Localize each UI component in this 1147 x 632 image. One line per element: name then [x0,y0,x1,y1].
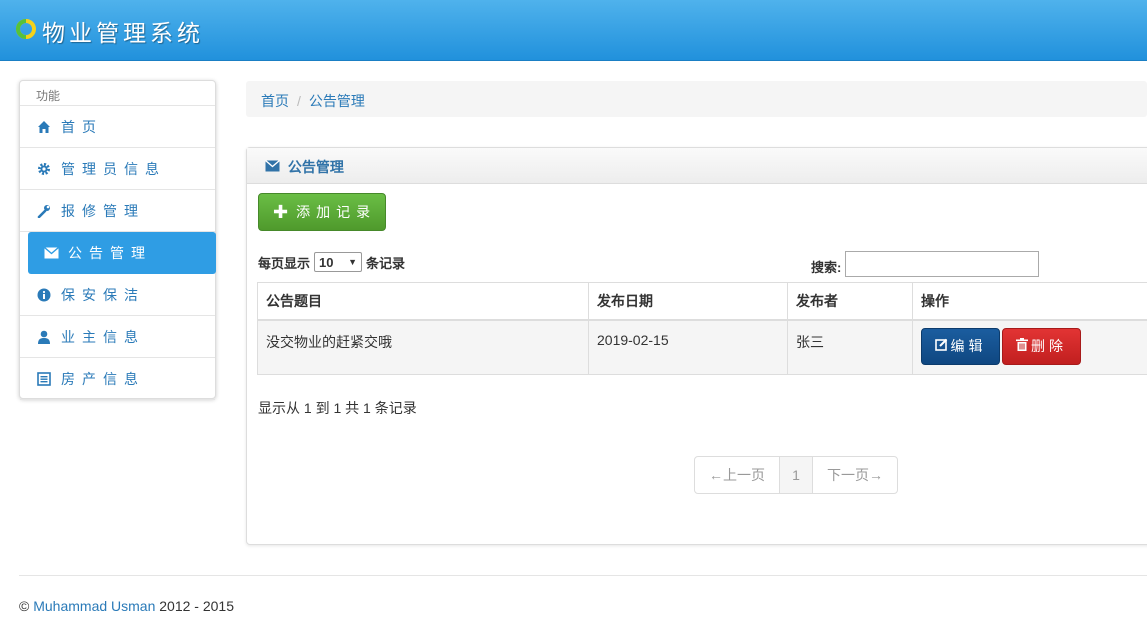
page-size-control: 每页显示 10 ▼ 条记录 [258,252,405,272]
plus-icon: ✚ [273,201,289,222]
author-link[interactable]: Muhammad Usman [33,598,155,614]
sidebar-item-label: 首页 [61,118,103,135]
page-size-suffix: 条记录 [366,255,406,271]
sidebar-item-label: 保安保洁 [61,286,145,303]
sidebar-item-security[interactable]: 保安保洁 [20,274,215,316]
add-record-button[interactable]: ✚ 添加记录 [258,193,386,231]
breadcrumb-current[interactable]: 公告管理 [309,93,365,109]
panel-header: 公告管理 [247,148,1147,184]
envelope-icon [43,245,59,261]
breadcrumb: 首页 / 公告管理 [246,81,1147,117]
page-size-prefix: 每页显示 [258,255,311,271]
sidebar-item-label: 业主信息 [61,328,145,345]
sidebar-item-property[interactable]: 房产信息 [20,358,215,400]
cell-actions: 编辑 删除 [912,319,1147,375]
sidebar-item-notices[interactable]: 公告管理 [28,232,216,274]
sidebar-item-label: 公告管理 [68,245,152,261]
prev-page-button[interactable]: ←上一页 [695,457,780,493]
cell-title: 没交物业的赶紧交哦 [257,319,589,375]
sidebar: 功能 首页 管理员信息 报修管理 公告管理 保安保洁 业主信息 房产信息 [19,80,216,400]
app-header: 物业管理系统 [0,0,1147,61]
panel-title: 公告管理 [287,159,344,175]
sidebar-item-home[interactable]: 首页 [20,106,215,148]
sidebar-item-owners[interactable]: 业主信息 [20,316,215,358]
column-header-date[interactable]: 发布日期 [588,282,788,321]
table-header-row: 公告题目 发布日期 发布者 操作 [257,282,1147,321]
table-row: 没交物业的赶紧交哦 2019-02-15 张三 编辑 删除 [257,319,1147,375]
page-size-value: 10 [319,254,334,270]
sidebar-item-admin[interactable]: 管理员信息 [20,148,215,190]
add-record-label: 添加记录 [296,204,377,220]
trash-icon [1016,338,1028,354]
edit-icon [934,338,948,354]
records-summary: 显示从 1 到 1 共 1 条记录 [258,400,417,416]
column-header-author[interactable]: 发布者 [787,282,913,321]
notice-table: 公告题目 发布日期 发布者 操作 没交物业的赶紧交哦 2019-02-15 张三… [257,282,1147,375]
edit-label: 编辑 [950,338,987,354]
footer: © Muhammad Usman 2012 - 2015 [19,598,234,614]
edit-button[interactable]: 编辑 [921,327,1000,365]
next-page-button[interactable]: 下一页→ [813,457,897,493]
sidebar-item-label: 报修管理 [61,202,145,219]
info-icon [36,287,52,303]
list-icon [36,371,52,387]
search-input[interactable] [845,251,1039,277]
copyright-symbol: © [19,598,30,614]
gear-icon [36,161,52,177]
page-size-select[interactable]: 10 ▼ [314,252,363,272]
search-label: 搜索: [811,260,842,275]
chevron-down-icon: ▼ [348,257,358,267]
copyright-years: 2012 - 2015 [159,598,234,614]
breadcrumb-home-link[interactable]: 首页 [261,93,289,109]
app-title: 物业管理系统 [42,21,204,47]
wrench-icon [36,203,52,219]
page-number-button[interactable]: 1 [780,457,813,493]
home-icon [36,119,52,135]
footer-divider [19,575,1147,576]
column-header-actions: 操作 [912,282,1147,321]
envelope-icon [265,159,284,175]
cell-author: 张三 [787,319,913,375]
sidebar-item-repair[interactable]: 报修管理 [20,190,215,232]
pagination: ←上一页 1 下一页→ [694,456,898,494]
cell-date: 2019-02-15 [588,319,788,375]
user-icon [36,329,52,345]
sidebar-item-label: 管理员信息 [61,160,166,177]
breadcrumb-separator: / [297,93,301,109]
delete-button[interactable]: 删除 [1002,327,1081,365]
sidebar-heading: 功能 [20,81,215,106]
column-header-title[interactable]: 公告题目 [257,282,589,321]
delete-label: 删除 [1031,338,1067,354]
sidebar-item-label: 房产信息 [61,370,145,387]
ring-logo-icon [16,19,36,39]
notice-panel: 公告管理 ✚ 添加记录 每页显示 10 ▼ 条记录 搜索: 公告题目 发布日期 … [246,147,1147,545]
